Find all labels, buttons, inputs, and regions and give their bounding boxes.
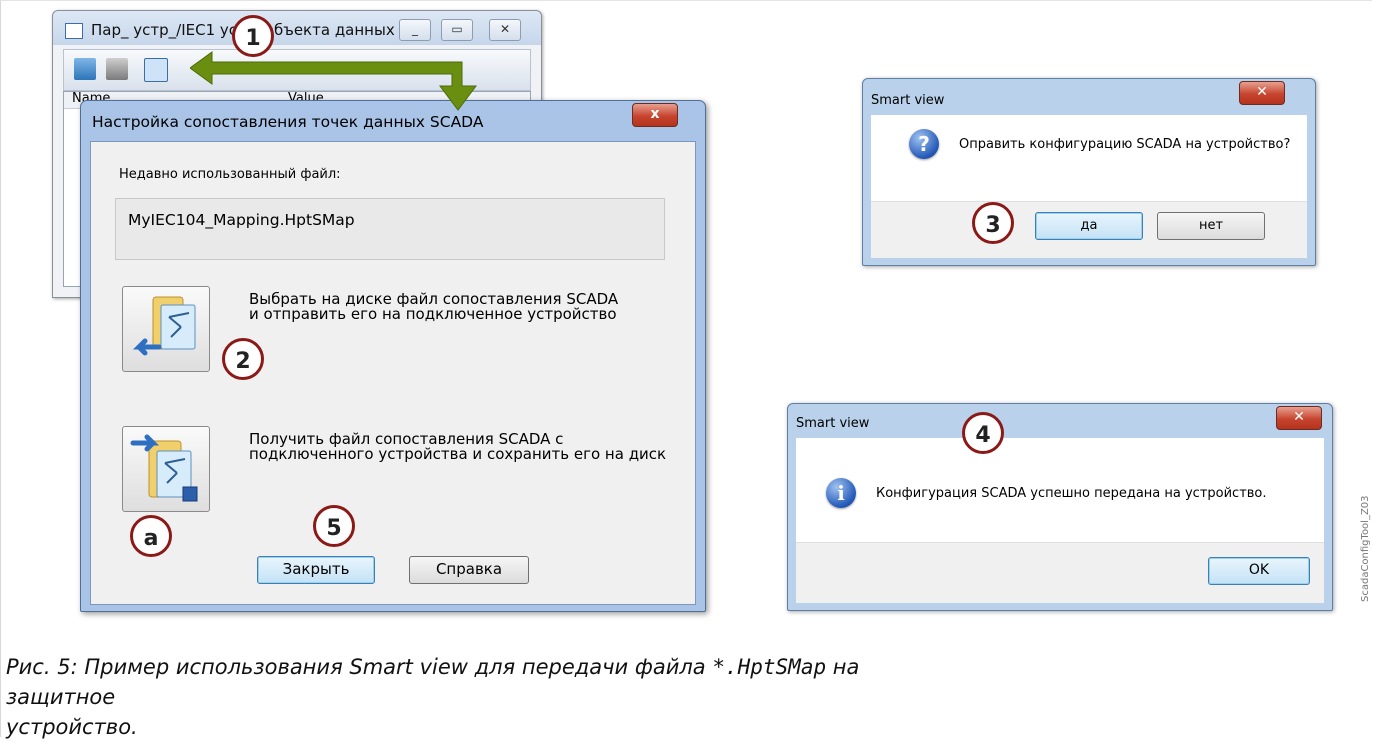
no-button[interactable]: нет (1157, 212, 1265, 240)
window-close-button[interactable]: ✕ (489, 19, 521, 41)
send-file-button[interactable] (122, 286, 210, 372)
green-arrow (190, 51, 477, 111)
confirm-dialog: Smart view ✕ ? Оправить конфигурацию SCA… (862, 78, 1316, 266)
callout-1: 1 (232, 15, 274, 57)
help-button[interactable]: Справка (409, 556, 529, 584)
scada-mapping-dialog: Настройка сопоставления точек данных SCA… (80, 100, 706, 612)
info-icon: i (826, 478, 856, 508)
confirm-message: Оправить конфигурацию SCADA на устройств… (959, 137, 1291, 152)
recent-file-box: MyIEC104_Mapping.HptSMap (115, 198, 665, 260)
receive-folder-icon (130, 434, 198, 502)
callout-a: a (130, 515, 172, 557)
confirm-close-button[interactable]: ✕ (1239, 81, 1285, 105)
yes-button[interactable]: да (1035, 212, 1143, 240)
dialog-close-button[interactable]: x (632, 103, 678, 127)
ok-button[interactable]: OK (1208, 557, 1310, 585)
callout-3: 3 (972, 202, 1014, 244)
info-dialog-footer: OK (796, 542, 1324, 603)
confirm-dialog-footer: да нет (871, 201, 1307, 258)
data-map-icon (65, 23, 83, 39)
info-message: Конфигурация SCADA успешно передана на у… (876, 486, 1267, 501)
receive-option-line2: подключенного устройства и сохранить его… (249, 445, 667, 463)
info-dialog: Smart view ✕ i Конфигурация SCADA успешн… (787, 403, 1333, 611)
close-button[interactable]: Закрыть (257, 556, 375, 584)
info-dialog-body: i Конфигурация SCADA успешно передана на… (796, 438, 1324, 542)
callout-2: 2 (222, 338, 264, 380)
print-icon[interactable] (106, 58, 128, 80)
send-option-line2: и отправить его на подключенное устройст… (249, 305, 617, 323)
figure-caption: Рис. 5: Пример использования Smart view … (6, 652, 906, 742)
info-dialog-title: Smart view (796, 416, 870, 431)
figure-reference: ScadaConfigTool_Z03 (1360, 495, 1371, 602)
recent-file-label: Недавно использованный файл: (119, 167, 341, 182)
caption-filename: *.HptSMap (712, 655, 827, 679)
edit-icon[interactable] (74, 58, 96, 80)
scada-mapping-icon[interactable] (144, 58, 168, 82)
question-icon: ? (909, 129, 939, 159)
recent-file-name: MyIEC104_Mapping.HptSMap (128, 211, 355, 229)
caption-line2: устройство. (6, 715, 138, 739)
dialog-body: Недавно использованный файл: MyIEC104_Ma… (90, 141, 696, 605)
callout-4: 4 (962, 412, 1004, 454)
confirm-dialog-body: ? Оправить конфигурацию SCADA на устройс… (871, 115, 1307, 201)
maximize-button[interactable]: ▭ (441, 19, 473, 41)
callout-5: 5 (313, 505, 355, 547)
send-folder-icon (132, 296, 196, 356)
confirm-dialog-title: Smart view (871, 93, 945, 108)
caption-prefix: Рис. 5: Пример использования Smart view … (6, 655, 713, 679)
minimize-button[interactable]: _ (399, 19, 431, 41)
info-close-button[interactable]: ✕ (1276, 406, 1322, 430)
receive-file-button[interactable] (122, 426, 210, 512)
